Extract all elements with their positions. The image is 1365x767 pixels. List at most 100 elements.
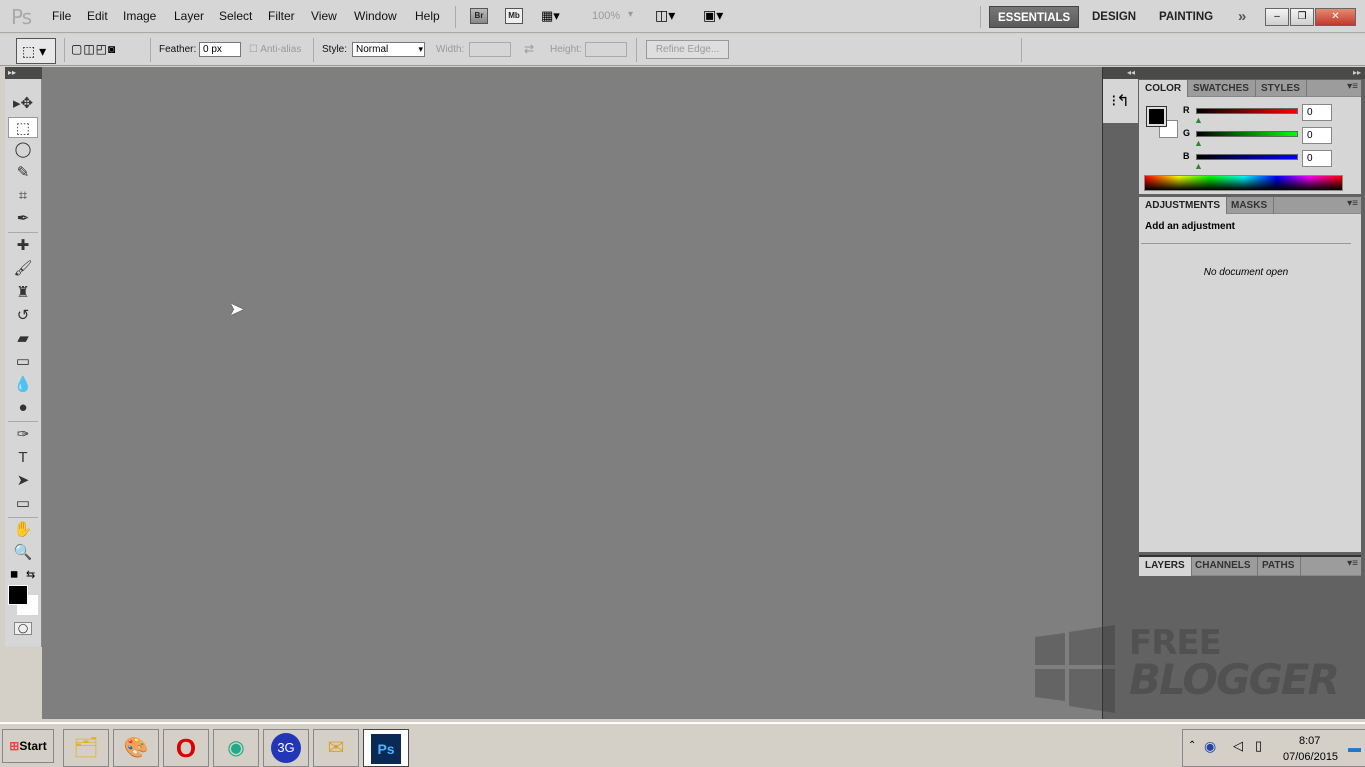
network-app-icon[interactable]: ◉ <box>1204 738 1216 755</box>
taskbar-outlook[interactable]: ✉ <box>313 729 359 767</box>
zoom-level[interactable]: 100% <box>592 10 620 22</box>
swap-colors-icon[interactable]: ⇆ <box>26 568 35 581</box>
bridge-button[interactable]: Br <box>470 8 488 24</box>
menu-layer[interactable]: Layer <box>174 9 204 23</box>
show-hidden-icons-icon[interactable]: ⌃ <box>1188 740 1196 751</box>
channel-value-input[interactable]: 0 <box>1302 150 1332 167</box>
zoom-tool[interactable]: 🔍 <box>8 542 38 563</box>
eyedropper-tool[interactable]: ✒ <box>8 208 38 229</box>
dodge-tool[interactable]: ● <box>8 397 38 418</box>
arrange-documents-button[interactable]: ◫▾ <box>655 7 675 24</box>
slider-thumb-icon[interactable]: ▲ <box>1194 161 1203 171</box>
tab-swatches[interactable]: SWATCHES <box>1187 80 1256 97</box>
tab-styles[interactable]: STYLES <box>1255 80 1307 97</box>
volume-icon[interactable]: ◁ <box>1233 738 1243 754</box>
tab-adjustments[interactable]: ADJUSTMENTS <box>1139 197 1228 214</box>
menu-filter[interactable]: Filter <box>268 9 295 23</box>
power-icon[interactable]: ▯ <box>1255 738 1262 754</box>
menu-select[interactable]: Select <box>219 9 252 23</box>
minimize-button[interactable]: – <box>1265 8 1289 26</box>
channel-slider[interactable] <box>1196 131 1298 137</box>
tab-paths[interactable]: PATHS <box>1256 557 1302 576</box>
channel-slider[interactable] <box>1196 108 1298 114</box>
channel-value-input[interactable]: 0 <box>1302 104 1332 121</box>
lasso-tool[interactable]: ◯ <box>8 139 38 160</box>
taskbar-paint[interactable]: 🎨 <box>113 729 159 767</box>
channel-value-input[interactable]: 0 <box>1302 127 1332 144</box>
view-extras-button[interactable]: ▦▾ <box>541 8 560 24</box>
tab-channels[interactable]: CHANNELS <box>1189 557 1258 576</box>
menu-help[interactable]: Help <box>415 9 440 23</box>
chevron-down-icon[interactable]: ▾ <box>628 9 633 20</box>
system-tray: ⌃ ◉ ◁ ▯ 8:07 07/06/2015 ▬ <box>1182 729 1365 767</box>
panel-menu-icon[interactable]: ▾≡ <box>1347 198 1358 209</box>
slider-thumb-icon[interactable]: ▲ <box>1194 115 1203 125</box>
panel-menu-icon[interactable]: ▾≡ <box>1347 81 1358 92</box>
taskbar-chrome[interactable]: ◉ <box>213 729 259 767</box>
selection-mode-buttons[interactable]: ▢◫◰◙ <box>71 42 116 56</box>
panel-menu-icon[interactable]: ▾≡ <box>1347 558 1358 569</box>
workspace-painting[interactable]: PAINTING <box>1151 6 1221 28</box>
collapse-icons-icon[interactable]: ◂◂ <box>1127 68 1135 77</box>
pen-tool[interactable]: ✑ <box>8 424 38 445</box>
foreground-color-swatch[interactable] <box>1146 106 1167 127</box>
menu-file[interactable]: File <box>52 9 71 23</box>
expand-panels-icon[interactable]: ▸▸ <box>1353 68 1361 77</box>
default-colors-icon[interactable]: ◼ <box>10 569 18 580</box>
clock-date[interactable]: 07/06/2015 <box>1283 751 1338 763</box>
photoshop-icon: Ps <box>371 734 401 764</box>
channel-slider[interactable] <box>1196 154 1298 160</box>
menu-image[interactable]: Image <box>123 9 156 23</box>
quick-selection-tool[interactable]: ✎ <box>8 162 38 183</box>
taskbar-file-explorer[interactable]: 🗂 <box>63 729 109 767</box>
restore-button[interactable]: ❐ <box>1290 8 1314 26</box>
type-tool[interactable]: T <box>8 447 38 468</box>
clock-time[interactable]: 8:07 <box>1299 735 1320 747</box>
menu-edit[interactable]: Edit <box>87 9 108 23</box>
brush-tool[interactable]: 🖌 <box>8 258 38 279</box>
show-desktop-icon[interactable]: ▬ <box>1348 740 1361 755</box>
more-workspaces-icon[interactable]: » <box>1230 6 1254 28</box>
taskbar-opera[interactable]: O <box>163 729 209 767</box>
history-panel-icon[interactable]: ⁝↰ <box>1103 79 1138 123</box>
path-selection-tool[interactable]: ➤ <box>8 470 38 491</box>
tools-collapse-icon[interactable]: ▸▸ <box>5 67 42 79</box>
refine-edge-button[interactable]: Refine Edge... <box>646 40 729 59</box>
mini-bridge-button[interactable]: Mb <box>505 8 523 24</box>
slider-thumb-icon[interactable]: ▲ <box>1194 138 1203 148</box>
color-ramp[interactable] <box>1144 175 1343 191</box>
anti-alias-checkbox[interactable]: ☐ Anti-alias <box>249 44 301 55</box>
foreground-color-swatch[interactable] <box>8 585 28 605</box>
hand-tool[interactable]: ✋ <box>8 519 38 540</box>
start-button[interactable]: ⊞Start <box>2 729 54 763</box>
tab-masks[interactable]: MASKS <box>1225 197 1275 214</box>
swap-dimensions-icon[interactable]: ⇄ <box>524 42 534 56</box>
menu-view[interactable]: View <box>311 9 337 23</box>
taskbar-3g-modem[interactable]: 3G <box>263 729 309 767</box>
workspace-essentials[interactable]: ESSENTIALS <box>989 6 1080 28</box>
taskbar-photoshop[interactable]: Ps <box>363 729 409 767</box>
workspace-design[interactable]: DESIGN <box>1084 6 1144 28</box>
move-tool[interactable]: ▸✥ <box>8 93 38 114</box>
height-input[interactable] <box>585 42 627 57</box>
canvas-area[interactable] <box>42 67 1102 719</box>
spot-healing-brush-tool[interactable]: ✚ <box>8 235 38 256</box>
clone-stamp-tool[interactable]: ♜ <box>8 282 38 303</box>
rectangle-tool[interactable]: ▭ <box>8 493 38 514</box>
history-brush-tool[interactable]: ↺ <box>8 305 38 326</box>
menu-window[interactable]: Window <box>354 9 397 23</box>
crop-tool[interactable]: ⌗ <box>8 185 38 206</box>
gradient-tool[interactable]: ▭ <box>8 351 38 372</box>
screen-mode-button[interactable]: ▣▾ <box>703 7 723 24</box>
rectangular-marquee-tool[interactable]: ⬚ <box>8 117 38 138</box>
tab-color[interactable]: COLOR <box>1139 80 1189 97</box>
quick-mask-icon[interactable]: ◯ <box>14 622 32 635</box>
blur-tool[interactable]: 💧 <box>8 374 38 395</box>
style-select[interactable]: Normal ▾ <box>352 42 425 57</box>
width-input[interactable] <box>469 42 511 57</box>
eraser-tool[interactable]: ▰ <box>8 328 38 349</box>
tool-preset-picker[interactable]: ⬚ ▾ <box>16 38 56 64</box>
close-button[interactable]: ✕ <box>1315 8 1356 26</box>
feather-input[interactable]: 0 px <box>199 42 241 57</box>
tab-layers[interactable]: LAYERS <box>1139 557 1192 576</box>
